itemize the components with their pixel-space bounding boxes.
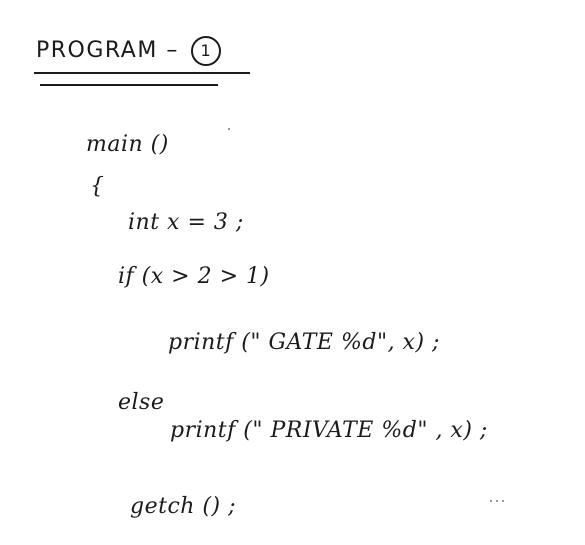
- code-line-getch: getch () ;: [130, 494, 236, 519]
- stray-mark: [490, 500, 492, 502]
- code-line-printf-gate: printf (" GATE %d", x) ;: [168, 330, 440, 355]
- stray-mark: [502, 500, 504, 502]
- stray-mark: [496, 500, 498, 502]
- code-line-main: main (): [86, 132, 169, 157]
- program-title: PROGRAM – 1: [36, 36, 222, 66]
- code-line-printf-private: printf (" PRIVATE %d" , x) ;: [170, 418, 488, 443]
- code-line-int-declaration: int x = 3 ;: [128, 210, 244, 235]
- code-line-else: else: [118, 390, 165, 415]
- code-line-open-brace: {: [90, 174, 105, 199]
- title-underline-2: [40, 84, 218, 86]
- stray-mark: [228, 128, 230, 130]
- program-title-text: PROGRAM –: [36, 38, 179, 63]
- title-underline-1: [34, 72, 250, 74]
- handwritten-page: PROGRAM – 1 main () { int x = 3 ; if (x …: [0, 0, 585, 545]
- program-number-badge: 1: [191, 36, 222, 66]
- code-line-if-condition: if (x > 2 > 1): [118, 264, 270, 289]
